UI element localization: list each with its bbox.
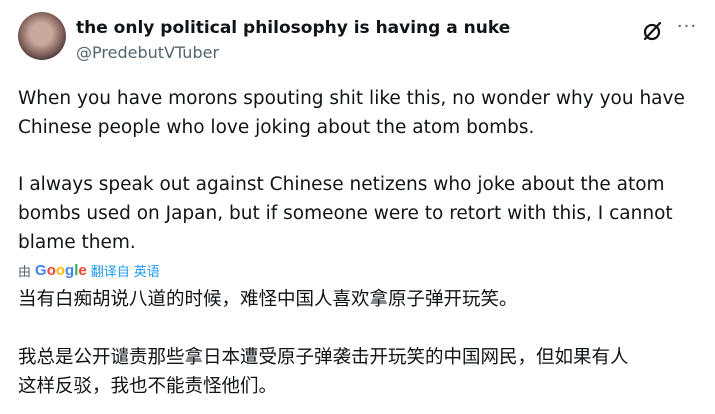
translated-text-line: 这样反驳，我也不能责怪他们。 xyxy=(18,376,278,397)
tweet-text-line: I always speak out against Chinese netiz… xyxy=(18,174,665,195)
tweet-text-line: blame them. xyxy=(18,232,136,253)
author-display-name[interactable]: the only political philosophy is having … xyxy=(76,18,510,38)
translated-from-label: 翻译自 xyxy=(90,264,130,280)
more-options-button[interactable]: ··· xyxy=(675,17,699,41)
author-handle[interactable]: @PredebutVTuber xyxy=(76,43,219,62)
translated-text-line: 当有白痴胡说八道的时候，难怪中国人喜欢拿原子弹开玩笑。 xyxy=(18,289,518,310)
tweet-text-line: Chinese people who love joking about the… xyxy=(18,117,535,138)
tweet-text-line: bombs used on Japan, but if someone were… xyxy=(18,203,673,224)
translated-by-label: 由 xyxy=(18,264,32,280)
source-language-link[interactable]: 英语 xyxy=(134,261,160,280)
tweet-text-line: When you have morons spouting shit like … xyxy=(18,88,685,109)
google-logo: Google xyxy=(35,261,87,279)
grok-icon[interactable] xyxy=(641,19,665,43)
avatar[interactable] xyxy=(18,12,66,60)
translation-attribution: 由 Google 翻译自 英语 xyxy=(18,260,160,280)
translated-text-line: 我总是公开谴责那些拿日本遭受原子弹袭击开玩笑的中国网民，但如果有人 xyxy=(18,347,629,368)
